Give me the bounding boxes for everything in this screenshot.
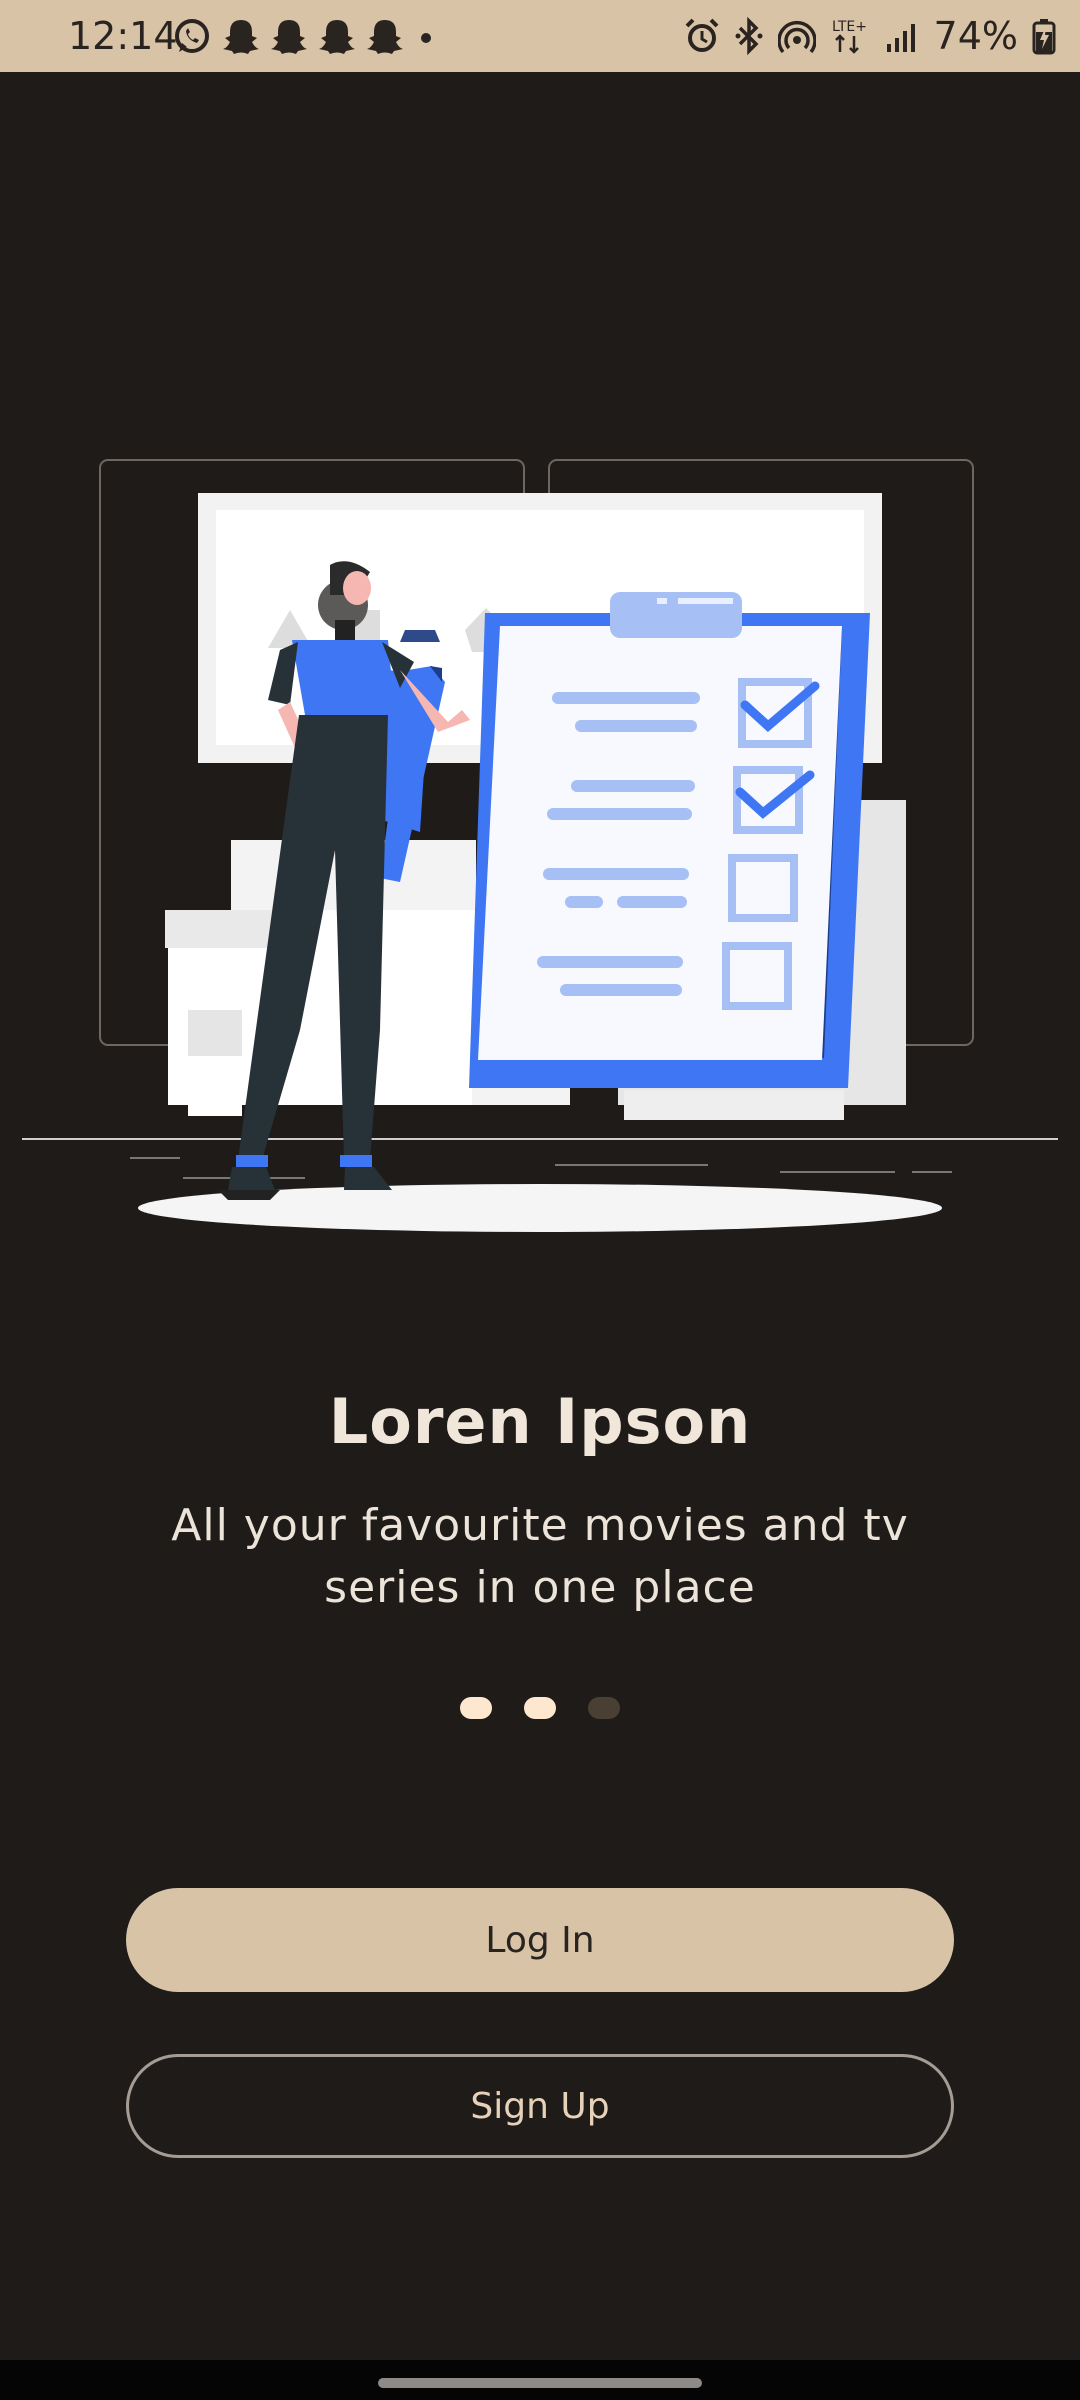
login-button[interactable]: Log In: [126, 1888, 954, 1992]
page-dot[interactable]: [460, 1697, 492, 1719]
snapchat-icon: [271, 20, 307, 54]
onboarding-illustration: [22, 459, 1058, 1232]
onboarding-title: Loren Ipson: [328, 1385, 752, 1458]
snapchat-icon: [223, 20, 259, 54]
lte-icon: LTE+: [832, 19, 867, 54]
signup-button[interactable]: Sign Up: [126, 2054, 954, 2158]
snapchat-icon: [367, 20, 403, 54]
status-bar: 12:14 LTE+ 74%: [0, 0, 1080, 72]
page-indicator: [460, 1697, 620, 1719]
battery-percent: 74%: [933, 14, 1018, 58]
floor-lines: [22, 1138, 1058, 1232]
svg-text:LTE+: LTE+: [832, 19, 867, 35]
status-time: 12:14: [68, 14, 178, 58]
clipboard: [469, 592, 870, 1088]
navigation-bar: [0, 2360, 1080, 2400]
page-dot[interactable]: [524, 1697, 556, 1719]
alarm-icon: [685, 18, 718, 52]
snapchat-icon: [319, 20, 355, 54]
onboarding-subtitle: All your favourite movies and tv series …: [171, 1500, 909, 1613]
signal-icon: [886, 24, 915, 52]
bluetooth-icon: [735, 16, 763, 56]
page-dot[interactable]: [588, 1697, 620, 1719]
battery-charging-icon: [1032, 19, 1056, 55]
hotspot-icon: [777, 21, 816, 54]
notification-icons: [172, 14, 438, 58]
system-icons: LTE+ 74%: [684, 12, 1056, 60]
home-handle[interactable]: [378, 2378, 702, 2388]
whatsapp-icon: [175, 19, 209, 53]
dot-icon: [421, 33, 431, 43]
